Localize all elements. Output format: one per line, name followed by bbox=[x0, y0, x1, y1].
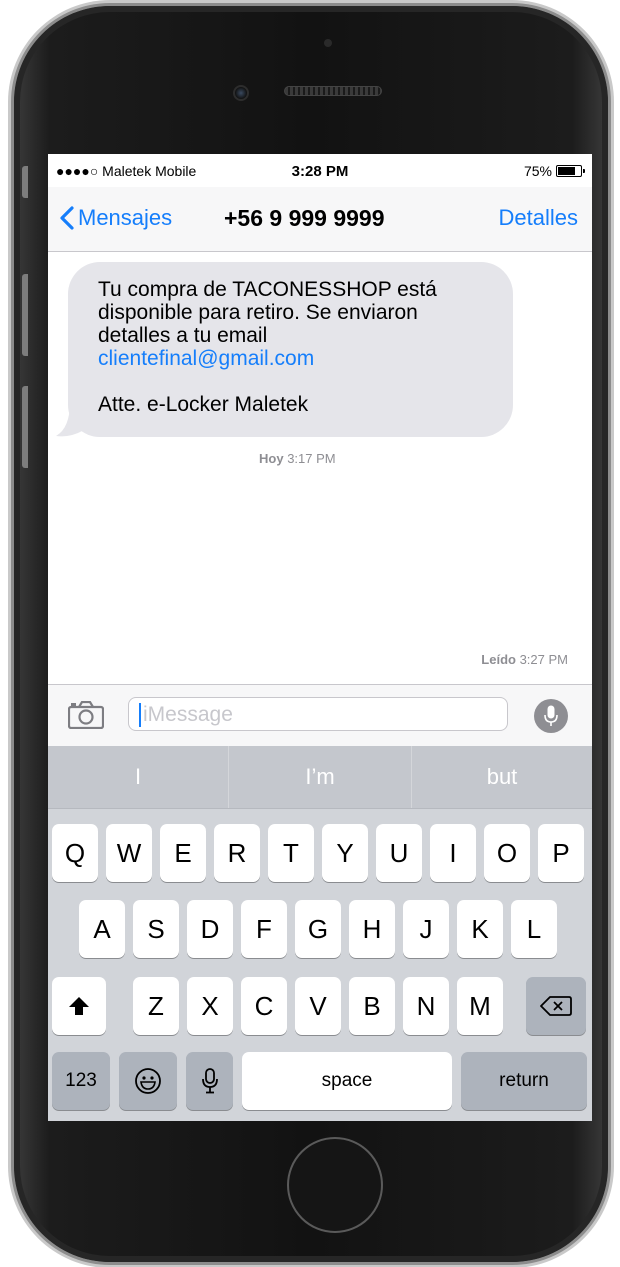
message-field[interactable]: iMessage bbox=[128, 697, 508, 731]
battery-indicator: 75% bbox=[523, 163, 585, 179]
volume-up-button bbox=[22, 274, 28, 356]
key-d[interactable]: D bbox=[187, 900, 233, 958]
backspace-icon bbox=[540, 996, 572, 1016]
suggestion-2[interactable]: I’m bbox=[229, 746, 411, 808]
key-z[interactable]: Z bbox=[133, 977, 179, 1035]
key-e[interactable]: E bbox=[160, 824, 206, 882]
message-line: detalles a tu email bbox=[98, 324, 268, 347]
key-a[interactable]: A bbox=[79, 900, 125, 958]
message-placeholder: iMessage bbox=[143, 703, 233, 726]
audio-message-button[interactable] bbox=[534, 699, 568, 733]
earpiece-speaker bbox=[284, 86, 382, 96]
key-k[interactable]: K bbox=[457, 900, 503, 958]
incoming-message-bubble[interactable]: Tu compra de TACONESSHOP está disponible… bbox=[68, 262, 513, 437]
suggestion-1[interactable]: I bbox=[48, 746, 228, 808]
key-w[interactable]: W bbox=[106, 824, 152, 882]
key-c[interactable]: C bbox=[241, 977, 287, 1035]
conversation-title: +56 9 999 9999 bbox=[224, 205, 385, 231]
sent-timestamp: Hoy 3:17 PM bbox=[259, 451, 336, 466]
back-label: Mensajes bbox=[78, 205, 173, 230]
details-button[interactable]: Detalles bbox=[499, 205, 578, 231]
key-n[interactable]: N bbox=[403, 977, 449, 1035]
front-camera bbox=[233, 85, 249, 101]
home-button[interactable] bbox=[287, 1137, 383, 1233]
key-j[interactable]: J bbox=[403, 900, 449, 958]
predictive-bar: I I’m but bbox=[48, 746, 592, 809]
battery-icon bbox=[556, 165, 585, 177]
key-r[interactable]: R bbox=[214, 824, 260, 882]
keyboard: I I’m but Q W E R T Y U I O P A S D F G … bbox=[48, 746, 592, 1121]
key-o[interactable]: O bbox=[484, 824, 530, 882]
sent-time: 3:17 PM bbox=[287, 451, 336, 466]
backspace-key[interactable] bbox=[526, 977, 586, 1035]
read-label: Leído bbox=[481, 652, 516, 667]
email-link[interactable]: clientefinal@gmail.com bbox=[98, 347, 493, 370]
emoji-key[interactable] bbox=[119, 1052, 177, 1110]
mute-switch bbox=[22, 166, 28, 198]
key-l[interactable]: L bbox=[511, 900, 557, 958]
suggestion-3[interactable]: but bbox=[412, 746, 592, 808]
volume-down-button bbox=[22, 386, 28, 468]
sent-day: Hoy bbox=[259, 451, 284, 466]
emoji-icon bbox=[135, 1068, 161, 1094]
key-u[interactable]: U bbox=[376, 824, 422, 882]
clock: 3:28 PM bbox=[291, 163, 349, 180]
key-b[interactable]: B bbox=[349, 977, 395, 1035]
battery-tip bbox=[583, 169, 585, 173]
microphone-icon bbox=[544, 705, 558, 726]
proximity-sensor bbox=[324, 39, 332, 47]
camera-icon[interactable] bbox=[68, 701, 104, 729]
message-line: disponible para retiro. Se enviaron bbox=[98, 301, 418, 324]
key-v[interactable]: V bbox=[295, 977, 341, 1035]
screen: ●●●●○ Maletek Mobile 3:28 PM 75% Mensaje… bbox=[48, 154, 592, 1121]
return-key[interactable]: return bbox=[461, 1052, 587, 1110]
shift-key[interactable] bbox=[52, 977, 106, 1035]
key-y[interactable]: Y bbox=[322, 824, 368, 882]
message-line: Tu compra de TACONESSHOP está bbox=[98, 278, 437, 301]
key-i[interactable]: I bbox=[430, 824, 476, 882]
key-m[interactable]: M bbox=[457, 977, 503, 1035]
key-h[interactable]: H bbox=[349, 900, 395, 958]
battery-percent: 75% bbox=[523, 163, 552, 179]
read-time: 3:27 PM bbox=[519, 652, 568, 667]
key-f[interactable]: F bbox=[241, 900, 287, 958]
key-x[interactable]: X bbox=[187, 977, 233, 1035]
dictation-icon bbox=[201, 1068, 218, 1094]
battery-fill bbox=[558, 167, 575, 175]
message-input-bar: iMessage bbox=[48, 684, 592, 747]
shift-icon bbox=[69, 997, 89, 1015]
key-p[interactable]: P bbox=[538, 824, 584, 882]
key-t[interactable]: T bbox=[268, 824, 314, 882]
navigation-bar: Mensajes +56 9 999 9999 Detalles bbox=[48, 187, 592, 252]
message-signature: Atte. e-Locker Maletek bbox=[98, 393, 309, 416]
space-key[interactable]: space bbox=[242, 1052, 452, 1110]
key-q[interactable]: Q bbox=[52, 824, 98, 882]
chevron-left-icon bbox=[60, 206, 74, 230]
dictation-key[interactable] bbox=[186, 1052, 233, 1110]
key-s[interactable]: S bbox=[133, 900, 179, 958]
status-bar: ●●●●○ Maletek Mobile 3:28 PM 75% bbox=[48, 154, 592, 187]
numbers-key[interactable]: 123 bbox=[52, 1052, 110, 1110]
back-button[interactable]: Mensajes bbox=[60, 205, 172, 231]
key-g[interactable]: G bbox=[295, 900, 341, 958]
read-receipt: Leído 3:27 PM bbox=[481, 652, 568, 667]
text-cursor bbox=[139, 703, 141, 727]
